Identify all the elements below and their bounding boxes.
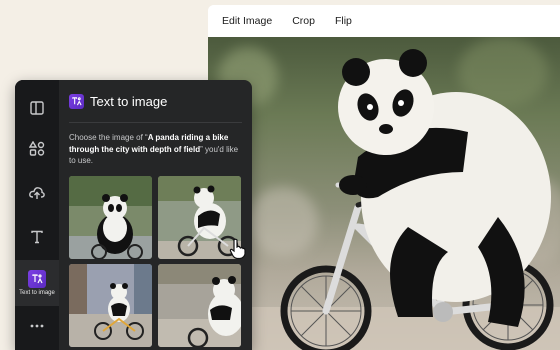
prompt-text: Choose the image of “A panda riding a bi… [69,133,239,165]
edit-image-button[interactable]: Edit Image [222,15,272,27]
flip-button[interactable]: Flip [335,15,352,27]
panel-content: Text to image Choose the image of “A pan… [59,80,252,350]
panel-header: Text to image [69,94,167,109]
result-thumbnail[interactable] [69,176,152,259]
layout-icon [30,101,44,115]
sidebar-rail: Text to image [15,80,59,350]
divider [69,122,242,123]
editor-canvas: Edit Image Crop Flip [208,5,560,350]
text-to-image-icon [28,270,46,288]
crop-button[interactable]: Crop [292,15,315,27]
sidebar-item-text[interactable] [15,220,59,254]
sidebar-item-layout[interactable] [15,92,59,124]
more-icon [30,324,44,328]
sidebar-item-label: Text to image [19,290,55,296]
text-to-image-panel: Text to image Text to image Choose the i… [15,80,252,350]
sidebar-item-more[interactable] [15,314,59,338]
selected-image[interactable] [208,37,560,350]
hand-cursor-icon [229,238,246,260]
panda-on-bike-illustration [208,49,560,350]
sidebar-item-uploads[interactable] [15,176,59,210]
editor-toolbar: Edit Image Crop Flip [208,5,560,37]
upload-icon [29,187,45,199]
text-icon [31,230,43,244]
text-to-image-icon [69,94,84,109]
result-thumbnail[interactable] [158,264,241,347]
elements-icon [29,141,45,156]
panel-title: Text to image [90,94,168,109]
result-thumbnail[interactable] [69,264,152,347]
sidebar-item-elements[interactable] [15,132,59,166]
sidebar-item-text-to-image[interactable]: Text to image [15,260,59,306]
